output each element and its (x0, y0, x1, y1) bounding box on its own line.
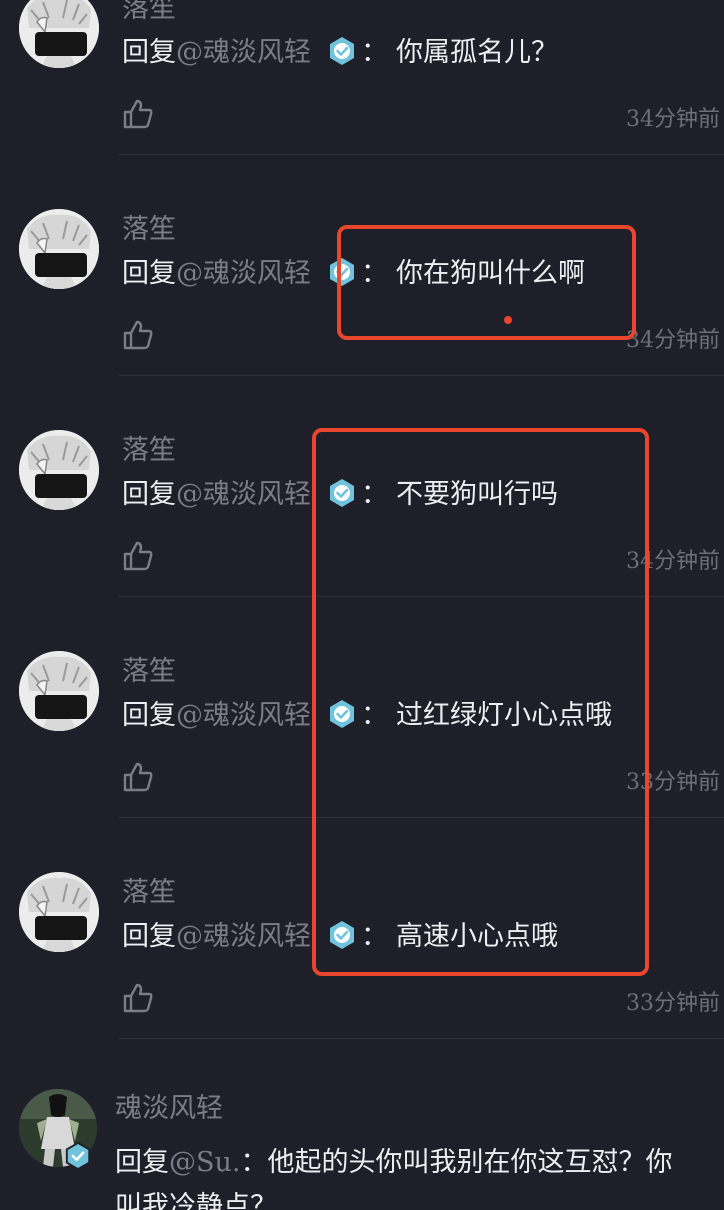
thumbs-up-icon[interactable] (122, 982, 154, 1014)
comment-thread: 落笙 回复@魂淡风轻：你属孤名儿？ 34分钟前 落笙 回复@魂淡风轻：你在狗叫什… (0, 0, 724, 1210)
username[interactable]: 魂淡风轻 (115, 1086, 223, 1125)
username[interactable]: 落笙 (122, 207, 176, 246)
reply-body-continued: 叫我冷静点？ (115, 1191, 277, 1210)
highlight-dot (504, 316, 512, 324)
verified-check-icon (64, 1141, 92, 1174)
comment-item: 落笙 回复@魂淡风轻：你属孤名儿？ 34分钟前 (0, 0, 724, 155)
username[interactable]: 落笙 (122, 0, 176, 25)
avatar[interactable] (19, 872, 99, 952)
username[interactable]: 落笙 (122, 649, 176, 688)
avatar-image (19, 872, 99, 952)
username[interactable]: 落笙 (122, 428, 176, 467)
highlight-box (312, 428, 649, 976)
reply-prefix: 回复 (115, 1147, 169, 1178)
divider (119, 1038, 724, 1039)
username[interactable]: 落笙 (122, 870, 176, 909)
reply-body: ：他起的头你叫我别在你这互怼？你 (240, 1147, 673, 1178)
reply-prefix: 回复 (122, 921, 176, 952)
timestamp: 33分钟前 (626, 991, 720, 1016)
reply-text: 回复@Su.：他起的头你叫我别在你这互怼？你 (115, 1140, 672, 1179)
highlight-box (337, 225, 636, 340)
mention-link[interactable]: @Su. (169, 1147, 240, 1178)
comment-item: 落笙 回复@魂淡风轻：你在狗叫什么啊 34分钟前 (0, 29, 724, 376)
mention-link[interactable]: @魂淡风轻 (176, 921, 311, 952)
